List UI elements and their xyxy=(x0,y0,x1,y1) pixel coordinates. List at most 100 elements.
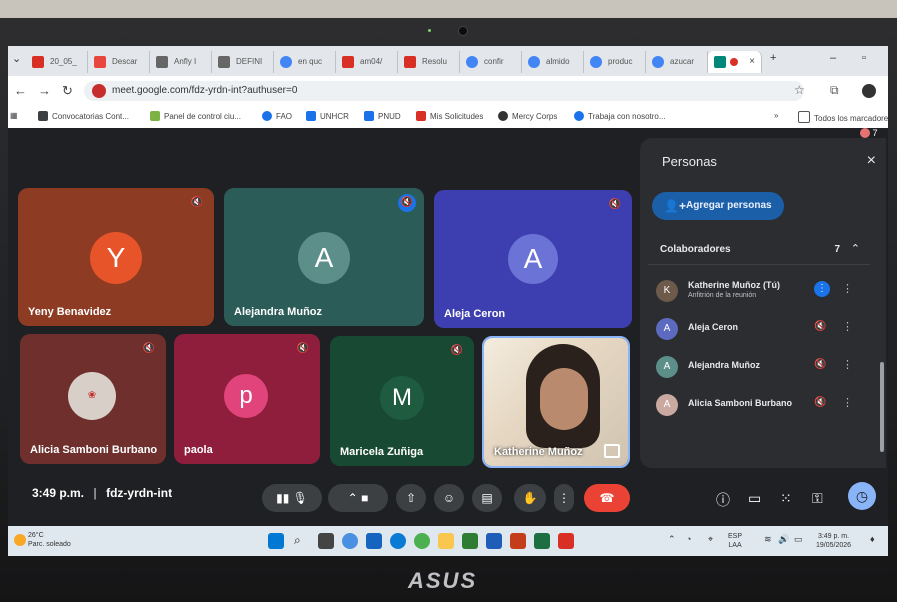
tab-4[interactable]: DEFINI xyxy=(212,51,274,73)
excel-icon[interactable] xyxy=(534,533,550,549)
chevron-up-icon[interactable]: ⌃ xyxy=(668,535,676,544)
bookmark-star-icon[interactable]: ☆ xyxy=(794,83,805,97)
back-icon[interactable]: ← xyxy=(14,83,27,98)
site-info-icon[interactable] xyxy=(92,84,106,98)
url-field[interactable]: meet.google.com/fdz-yrdn-int?authuser=0 xyxy=(84,81,804,101)
tab-7[interactable]: Resolu xyxy=(398,51,460,73)
edge-icon[interactable] xyxy=(390,533,406,549)
person-row[interactable]: A Alicia Samboni Burbano 🔇 ⋮ xyxy=(656,390,876,424)
tab-9[interactable]: almido xyxy=(522,51,584,73)
bookmark-1[interactable]: Convocatorias Cont... xyxy=(38,111,129,121)
camera-toggle-button[interactable]: ⌃ ■ xyxy=(328,484,388,512)
profile-avatar[interactable] xyxy=(862,84,876,98)
person-avatar: K xyxy=(656,280,678,302)
minimize-button[interactable]: – xyxy=(830,52,836,64)
chrome-icon[interactable] xyxy=(414,533,430,549)
location-icon[interactable]: ⌖ xyxy=(708,535,713,544)
weather-icon xyxy=(14,534,26,546)
powerpoint-icon[interactable] xyxy=(510,533,526,549)
video-tile[interactable]: p 🔇 paola xyxy=(174,334,320,464)
bookmark-4[interactable]: UNHCR xyxy=(306,111,349,121)
mic-toggle-button[interactable]: ▮▮ 🎙 xyxy=(262,484,322,512)
tab-8[interactable]: confir xyxy=(460,51,522,73)
meeting-details-icon[interactable]: ⓘ xyxy=(716,490,730,510)
activities-icon[interactable]: ⁙ xyxy=(780,490,792,507)
tab-3[interactable]: Anfly I xyxy=(150,51,212,73)
video-tile[interactable]: ❀ 🔇 Alicia Samboni Burbano xyxy=(20,334,166,464)
person-row[interactable]: A Alejandra Muñoz 🔇 ⋮ xyxy=(656,352,876,386)
forward-icon[interactable]: → xyxy=(38,83,51,98)
tab-1[interactable]: 20_05_ xyxy=(26,51,88,73)
more-bookmarks-button[interactable]: » xyxy=(774,111,778,120)
video-tile[interactable]: A 🔇 Aleja Ceron xyxy=(434,190,632,328)
person-avatar: A xyxy=(656,356,678,378)
battery-icon[interactable]: ▭ xyxy=(794,535,803,544)
tab-label: Anfly I xyxy=(174,57,197,66)
close-panel-icon[interactable]: × xyxy=(867,152,876,170)
bookmark-7[interactable]: Mercy Corps xyxy=(498,111,557,121)
app-icon[interactable] xyxy=(462,533,478,549)
reload-icon[interactable]: ↻ xyxy=(62,83,73,99)
leave-call-button[interactable]: ☎ xyxy=(584,484,630,512)
more-options-icon[interactable]: ⋮ xyxy=(842,282,853,295)
tab-5[interactable]: en quc xyxy=(274,51,336,73)
extensions-icon[interactable]: ⧉ xyxy=(830,83,839,98)
chat-icon[interactable]: ▭ xyxy=(748,490,761,507)
bookmark-2[interactable]: Panel de control ciu... xyxy=(150,111,241,121)
more-options-icon[interactable]: ⋮ xyxy=(842,396,853,409)
video-tile[interactable]: Y 🔇 Yeny Benavidez xyxy=(18,188,214,326)
present-screen-button[interactable]: ⇧ xyxy=(396,484,426,512)
more-options-button[interactable]: ⋮ xyxy=(554,484,574,512)
notifications-icon[interactable]: ♦ xyxy=(870,535,875,544)
word-icon[interactable] xyxy=(486,533,502,549)
widgets-icon[interactable] xyxy=(366,533,382,549)
bookmark-8[interactable]: Trabaja con nosotro... xyxy=(574,111,666,121)
restore-button[interactable]: ▫ xyxy=(862,52,866,64)
search-icon[interactable]: ⌕ xyxy=(294,533,310,549)
person-row[interactable]: K Katherine Muñoz (Tú) Anfitrión de la r… xyxy=(656,276,876,310)
tab-meet-active[interactable]: × xyxy=(708,51,762,73)
network-icon[interactable]: ◔ xyxy=(686,535,691,544)
folder-icon xyxy=(798,111,810,123)
self-video-tile[interactable]: Katherine Muñoz xyxy=(482,336,630,468)
raise-hand-button[interactable]: ✋ xyxy=(514,484,546,512)
video-tile[interactable]: M 🔇 Maricela Zuñiga xyxy=(330,336,474,466)
wifi-icon[interactable]: ≋ xyxy=(764,535,772,544)
bookmark-5[interactable]: PNUD xyxy=(364,111,401,121)
timer-icon[interactable]: ◷ xyxy=(848,482,876,510)
acrobat-icon[interactable] xyxy=(558,533,574,549)
close-tab-icon[interactable]: × xyxy=(749,51,755,73)
more-options-icon[interactable]: ⋮ xyxy=(842,358,853,371)
more-options-icon[interactable]: ⋮ xyxy=(842,320,853,333)
tab-11[interactable]: azucar xyxy=(646,51,708,73)
all-bookmarks-folder[interactable]: Todos los marcadores xyxy=(798,111,888,123)
bookmark-6[interactable]: Mis Solicitudes xyxy=(416,111,483,121)
language-indicator[interactable]: ESP LAA xyxy=(728,532,742,550)
copilot-icon[interactable] xyxy=(342,533,358,549)
new-tab-button[interactable]: + xyxy=(770,52,776,64)
tab-2[interactable]: Descar xyxy=(88,51,150,73)
tab-search-icon[interactable]: ⌄ xyxy=(12,52,21,65)
chevron-up-icon[interactable]: ⌃ xyxy=(851,242,860,255)
clock[interactable]: 3:49 p. m. 19/05/2026 xyxy=(816,532,851,550)
video-tile[interactable]: A 🔇 Alejandra Muñoz xyxy=(224,188,424,326)
apps-grid-icon[interactable]: ▦ xyxy=(10,111,18,120)
host-controls-icon[interactable]: ⚿ xyxy=(812,490,823,507)
person-name: Katherine Muñoz (Tú) xyxy=(688,280,780,290)
muted-mic-icon: 🔇 xyxy=(190,197,204,208)
emoji-button[interactable]: ☺ xyxy=(434,484,464,512)
task-view-icon[interactable] xyxy=(318,533,334,549)
person-row[interactable]: A Aleja Ceron 🔇 ⋮ xyxy=(656,314,876,348)
panel-scrollbar[interactable] xyxy=(880,362,884,452)
weather-widget[interactable]: 26°C Parc. soleado xyxy=(28,531,71,549)
pin-frame-icon[interactable] xyxy=(604,444,620,458)
tab-6[interactable]: am04/ xyxy=(336,51,398,73)
captions-button[interactable]: ▤ xyxy=(472,484,502,512)
collaborators-header[interactable]: Colaboradores 7 ⌃ xyxy=(648,238,870,265)
volume-icon[interactable]: 🔊 xyxy=(778,535,789,544)
windows-start-icon[interactable] xyxy=(268,533,284,549)
file-explorer-icon[interactable] xyxy=(438,533,454,549)
add-people-button[interactable]: 👤+ Agregar personas xyxy=(652,192,784,220)
tab-10[interactable]: produc xyxy=(584,51,646,73)
bookmark-3[interactable]: FAO xyxy=(262,111,292,121)
